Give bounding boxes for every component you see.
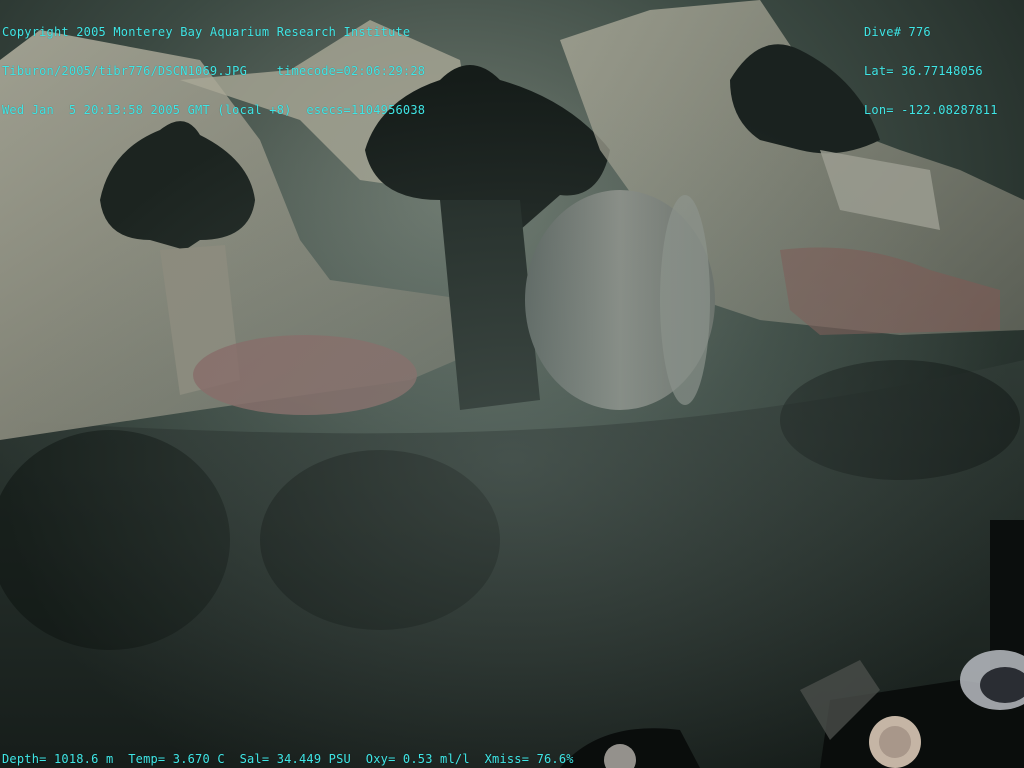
latitude: Lat= 36.77148056 <box>864 64 983 78</box>
sensor-readout: Depth= 1018.6 m Temp= 3.670 C Sal= 34.44… <box>2 752 574 766</box>
rov-lens-inner <box>879 726 911 758</box>
overlay-header: Copyright 2005 Monterey Bay Aquarium Res… <box>2 0 425 143</box>
copyright-line: Copyright 2005 Monterey Bay Aquarium Res… <box>2 25 411 39</box>
overlay-position: Dive# 776 Lat= 36.77148056 Lon= -122.082… <box>864 0 998 143</box>
date-esecs-line: Wed Jan 5 20:13:58 2005 GMT (local +8) e… <box>2 103 426 117</box>
underwater-photo-frame: Copyright 2005 Monterey Bay Aquarium Res… <box>0 0 1024 768</box>
file-timecode-line: Tiburon/2005/tibr776/DSCN1069.JPG timeco… <box>2 64 426 78</box>
dive-number: Dive# 776 <box>864 25 931 39</box>
longitude: Lon= -122.08287811 <box>864 103 998 117</box>
